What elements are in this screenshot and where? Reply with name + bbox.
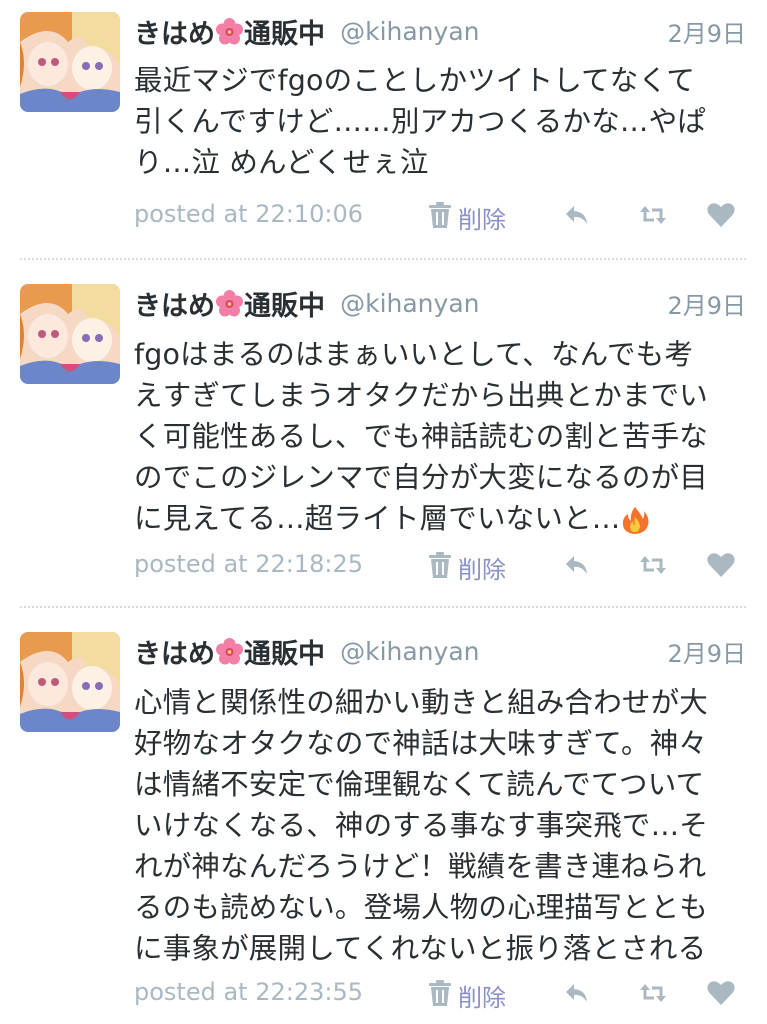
avatar[interactable] [20, 284, 120, 384]
trash-icon[interactable] [426, 200, 454, 230]
tweet-text: 最近マジでfgoのことしかツイトしてなくて 引くんですけど……別アカつくるかな…… [134, 60, 754, 183]
delete-link[interactable]: 削除 [458, 550, 506, 585]
posted-timestamp: posted at 22:18:25 [134, 550, 363, 578]
tweet-text-line-last: に見えてる…超ライト層でいないと… [134, 498, 754, 539]
display-name-suffix[interactable]: 通販中 [244, 639, 325, 670]
hibiscus-icon [216, 18, 243, 45]
tweet-text-line: く可能性あるし、でも神話読むの割と苦手な [134, 420, 709, 453]
tweet: きはめ 通販中 @kihanyan 2月9日 fgoはまるのはまぁいいとして、な… [0, 272, 767, 608]
display-name[interactable]: きはめ [134, 291, 215, 322]
tweet-text-line: り…泣 めんどくせぇ泣 [134, 146, 429, 179]
retweet-icon[interactable] [638, 200, 668, 230]
divider [20, 606, 746, 608]
heart-icon[interactable] [706, 550, 736, 580]
tweet-text-line: 最近マジでfgoのことしかツイトしてなくて [134, 64, 696, 97]
reply-icon[interactable] [562, 550, 592, 580]
tweet-date[interactable]: 2月9日 [667, 286, 746, 321]
avatar[interactable] [20, 632, 120, 732]
tweet-text-line: 好物なオタクなので神話は大味すぎて。神々 [134, 727, 708, 760]
tweet-text-line: は情緒不安定で倫理観なくて読んでてついて [134, 768, 705, 801]
tweet-text-line: fgoはまるのはまぁいいとして、なんでも考 [134, 338, 694, 371]
display-name-suffix[interactable]: 通販中 [244, 291, 325, 322]
heart-icon[interactable] [706, 200, 736, 230]
tweet-date[interactable]: 2月9日 [667, 634, 746, 669]
trash-icon[interactable] [426, 978, 454, 1008]
tweet-text-line: のでこのジレンマで自分が大変になるのが目 [134, 461, 709, 494]
heart-icon[interactable] [706, 978, 736, 1008]
tweet-text: fgoはまるのはまぁいいとして、なんでも考 えすぎてしまうオタクだから出典とかま… [134, 334, 754, 539]
tweet-header: きはめ 通販中 @kihanyan 2月9日 [134, 284, 746, 324]
posted-timestamp: posted at 22:23:55 [134, 978, 363, 1006]
tweet-text-line: いけなくなる、神のする事なす事突飛で…そ [134, 809, 709, 842]
fire-icon [620, 505, 650, 535]
tweet-actions: posted at 22:23:55 削除 [134, 974, 746, 1014]
user-handle[interactable]: @kihanyan [340, 17, 479, 46]
reply-icon[interactable] [562, 200, 592, 230]
reply-icon[interactable] [562, 978, 592, 1008]
retweet-icon[interactable] [638, 550, 668, 580]
tweet-text-line: に見えてる…超ライト層でいないと… [134, 502, 621, 535]
user-handle[interactable]: @kihanyan [340, 289, 479, 318]
tweet-text-line: 引くんですけど……別アカつくるかな…やぱ [134, 105, 707, 138]
tweet-text-line: れが神なんだろうけど！戦績を書き連ねられ [134, 850, 707, 883]
hibiscus-icon [216, 638, 243, 665]
tweet-text-line: 心情と関係性の細かい動きと組み合わせが大 [134, 686, 709, 719]
retweet-icon[interactable] [638, 978, 668, 1008]
tweet-actions: posted at 22:18:25 削除 [134, 546, 746, 586]
display-name-suffix[interactable]: 通販中 [244, 19, 325, 50]
divider [20, 258, 746, 260]
tweet-header: きはめ 通販中 @kihanyan 2月9日 [134, 632, 746, 672]
tweet: きはめ 通販中 @kihanyan 2月9日 心情と関係性の細かい動きと組み合わ… [0, 620, 767, 1024]
tweet-header: きはめ 通販中 @kihanyan 2月9日 [134, 12, 746, 52]
delete-link[interactable]: 削除 [458, 978, 506, 1013]
tweet-text: 心情と関係性の細かい動きと組み合わせが大 好物なオタクなので神話は大味すぎて。神… [134, 682, 754, 969]
posted-timestamp: posted at 22:10:06 [134, 200, 363, 228]
hibiscus-icon [216, 290, 243, 317]
delete-link[interactable]: 削除 [458, 200, 506, 235]
tweet-text-line: るのも読めない。登場人物の心理描写ととも [134, 891, 709, 924]
tweet-text-line: えすぎてしまうオタクだから出典とかまでい [134, 379, 709, 412]
tweet-date[interactable]: 2月9日 [667, 14, 746, 49]
tweet-text-line: に事象が展開してくれないと振り落とされる [134, 932, 707, 965]
user-handle[interactable]: @kihanyan [340, 637, 479, 666]
tweet-actions: posted at 22:10:06 削除 [134, 196, 746, 236]
display-name[interactable]: きはめ [134, 639, 215, 670]
trash-icon[interactable] [426, 550, 454, 580]
avatar[interactable] [20, 12, 120, 112]
display-name[interactable]: きはめ [134, 19, 215, 50]
tweet: きはめ 通販中 @kihanyan 2月9日 最近マジでfgoのことしかツイトし… [0, 0, 767, 260]
